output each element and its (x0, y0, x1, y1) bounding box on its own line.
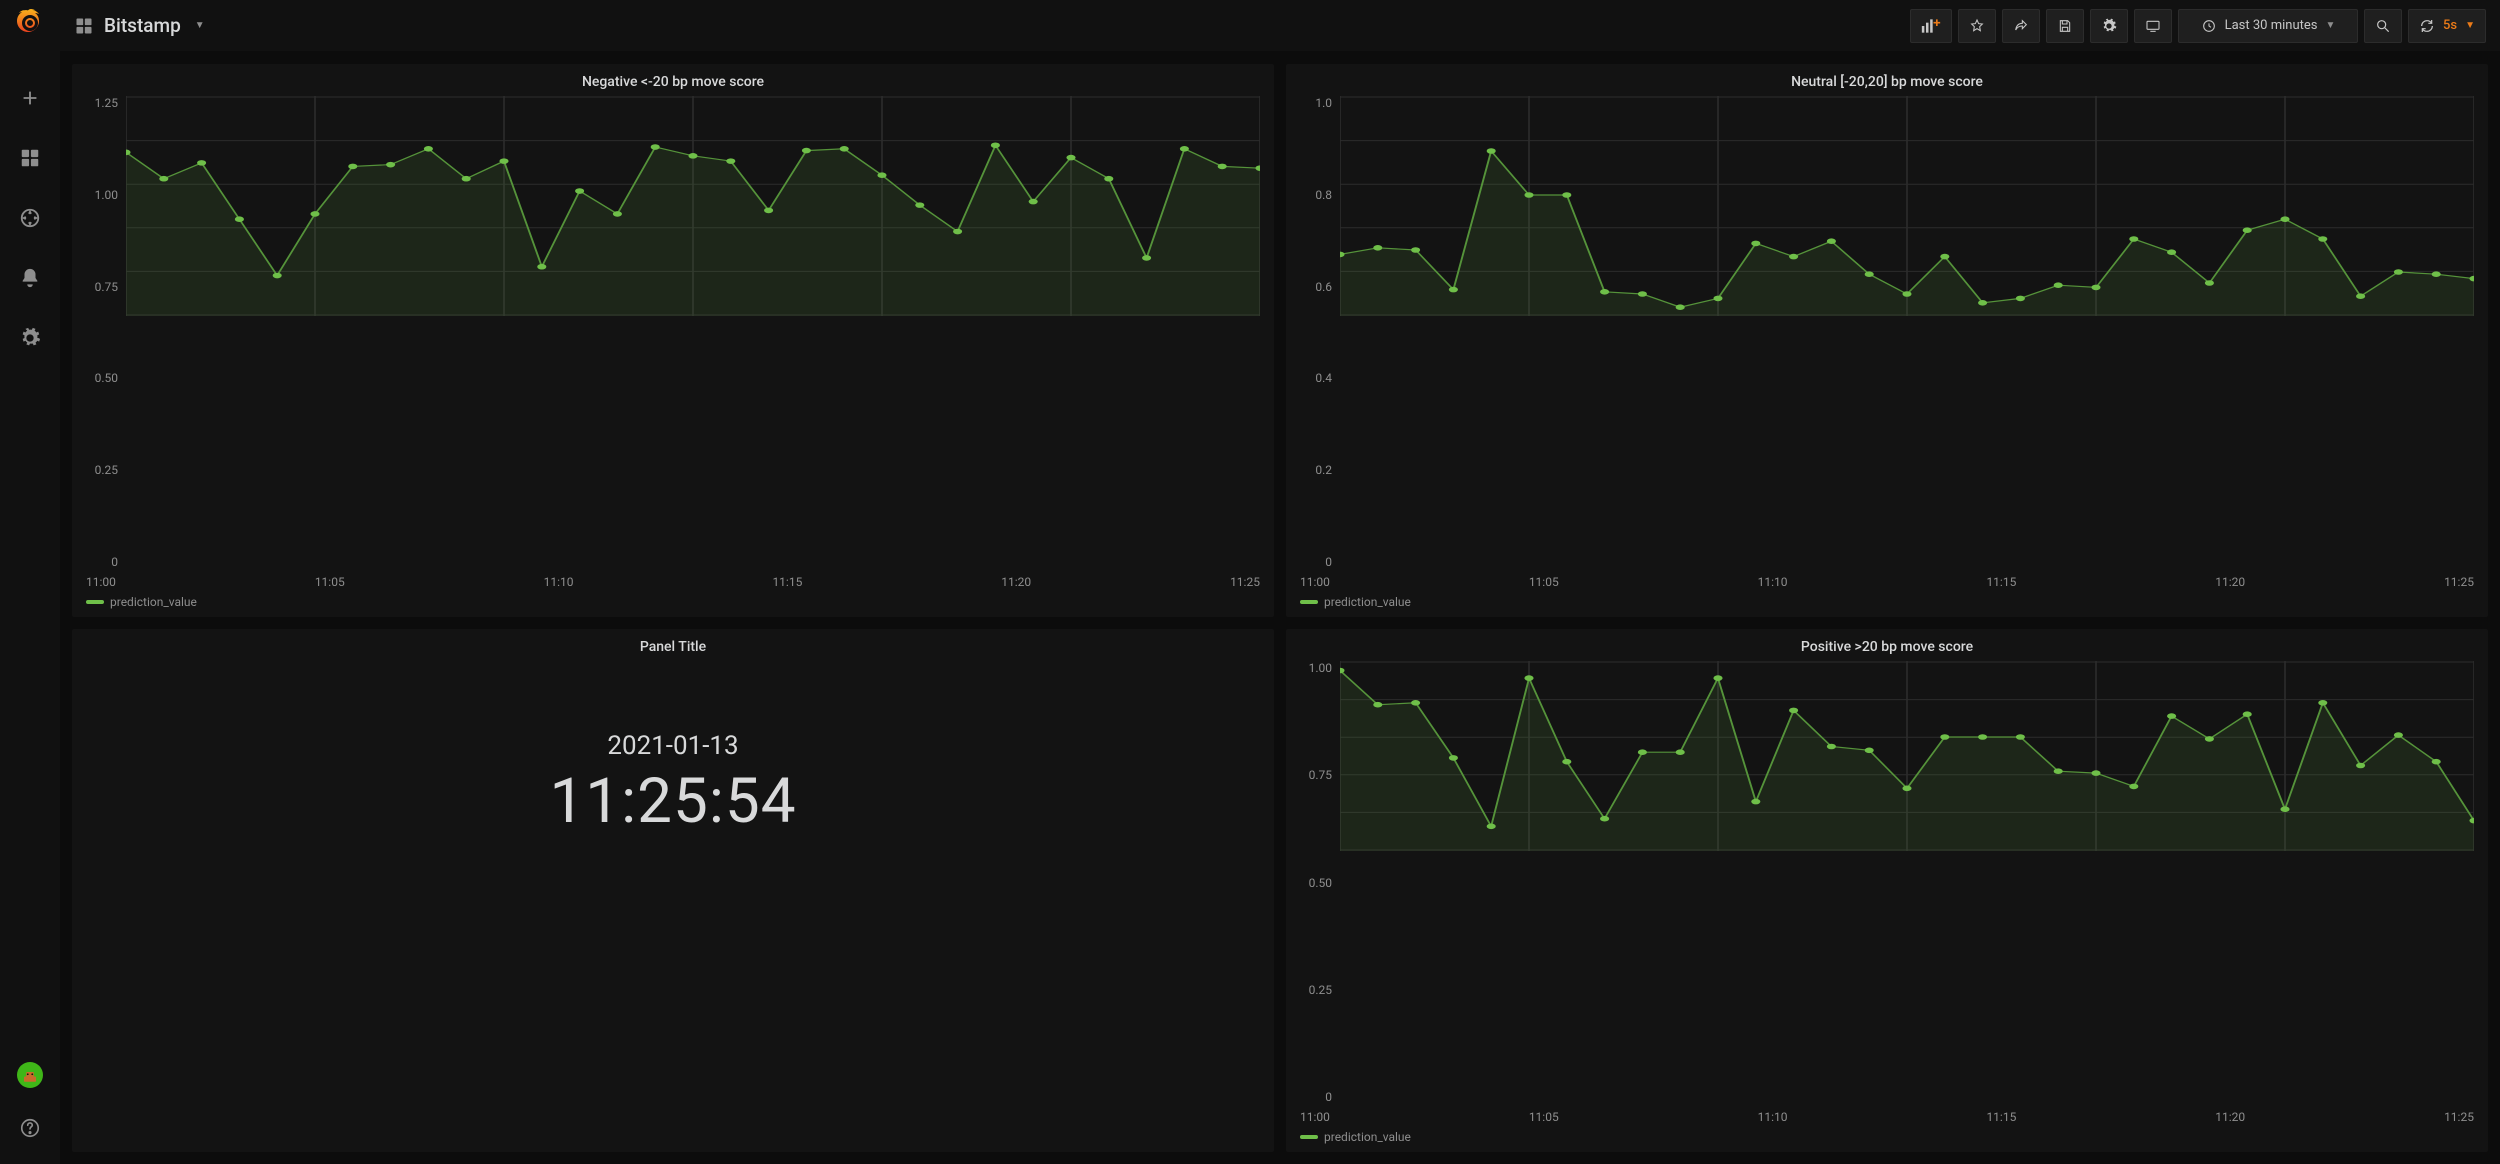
panel-title: Panel Title (640, 639, 706, 655)
sidebar (0, 0, 60, 1164)
y-axis: 1.000.750.500.250 (1300, 661, 1340, 1104)
legend[interactable]: prediction_value (1300, 1128, 2474, 1144)
clock-icon (2201, 18, 2217, 34)
help-icon[interactable] (10, 1108, 50, 1148)
explore-icon[interactable] (10, 198, 50, 238)
chevron-down-icon: ▼ (2325, 20, 2335, 31)
panel-title: Negative <-20 bp move score (86, 74, 1260, 90)
refresh-button[interactable]: 5s ▼ (2408, 9, 2486, 43)
refresh-interval-label: 5s (2443, 18, 2457, 33)
legend-label: prediction_value (1324, 595, 1411, 609)
grafana-logo-icon[interactable] (14, 8, 46, 40)
dashboards-icon[interactable] (10, 138, 50, 178)
create-icon[interactable] (10, 78, 50, 118)
refresh-icon (2419, 18, 2435, 34)
panel-negative[interactable]: Negative <-20 bp move score 1.251.000.75… (72, 64, 1274, 617)
zoom-out-button[interactable] (2364, 9, 2402, 43)
legend-swatch (1300, 600, 1318, 604)
clock-date: 2021-01-13 (607, 731, 738, 761)
add-panel-button[interactable] (1910, 9, 1952, 43)
x-axis: 11:0011:0511:1011:1511:2011:25 (1300, 1104, 2474, 1128)
user-avatar-icon[interactable] (17, 1062, 43, 1088)
chevron-down-icon[interactable]: ▼ (195, 20, 205, 31)
chevron-down-icon: ▼ (2465, 20, 2475, 31)
x-axis: 11:0011:0511:1011:1511:2011:25 (1300, 569, 2474, 593)
legend[interactable]: prediction_value (1300, 593, 2474, 609)
panel-title: Neutral [-20,20] bp move score (1300, 74, 2474, 90)
tv-mode-button[interactable] (2134, 9, 2172, 43)
dashboard-settings-button[interactable] (2090, 9, 2128, 43)
share-button[interactable] (2002, 9, 2040, 43)
y-axis: 1.251.000.750.500.250 (86, 96, 126, 569)
time-range-label: Last 30 minutes (2225, 18, 2318, 33)
dashboard-icon[interactable] (74, 16, 94, 36)
settings-icon[interactable] (10, 318, 50, 358)
y-axis: 1.00.80.60.40.20 (1300, 96, 1340, 569)
panel-clock[interactable]: Panel Title 2021-01-13 11:25:54 (72, 629, 1274, 1152)
clock-time: 11:25:54 (549, 765, 796, 838)
panel-positive[interactable]: Positive >20 bp move score 1.000.750.500… (1286, 629, 2488, 1152)
legend[interactable]: prediction_value (86, 593, 1260, 609)
dashboard-title[interactable]: Bitstamp (104, 14, 181, 37)
legend-swatch (1300, 1135, 1318, 1139)
x-axis: 11:0011:0511:1011:1511:2011:25 (86, 569, 1260, 593)
alerting-icon[interactable] (10, 258, 50, 298)
time-range-picker[interactable]: Last 30 minutes ▼ (2178, 9, 2358, 43)
legend-label: prediction_value (110, 595, 197, 609)
legend-label: prediction_value (1324, 1130, 1411, 1144)
save-button[interactable] (2046, 9, 2084, 43)
topbar: Bitstamp ▼ Last 30 minutes ▼ (60, 0, 2500, 52)
panel-title: Positive >20 bp move score (1300, 639, 2474, 655)
panel-neutral[interactable]: Neutral [-20,20] bp move score 1.00.80.6… (1286, 64, 2488, 617)
legend-swatch (86, 600, 104, 604)
star-button[interactable] (1958, 9, 1996, 43)
